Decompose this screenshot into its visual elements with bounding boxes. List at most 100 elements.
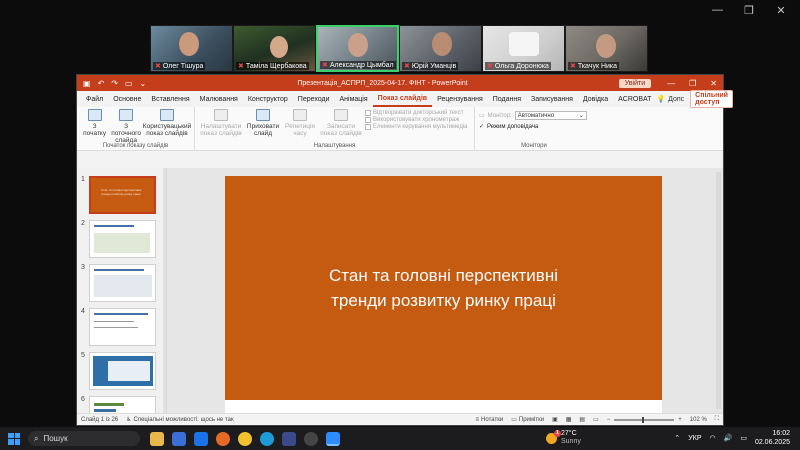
tab-design[interactable]: Конструктор bbox=[243, 93, 293, 106]
tab-home[interactable]: Основне bbox=[108, 93, 146, 106]
media-player-icon[interactable] bbox=[304, 431, 318, 446]
slideshow-view-icon[interactable]: ▭ bbox=[593, 416, 599, 423]
slide-thumbnail[interactable]: 5 bbox=[81, 352, 156, 390]
participant-tile[interactable]: ✖ Ткачук Ника bbox=[565, 25, 648, 72]
avatar bbox=[270, 36, 288, 58]
windows-start-icon[interactable] bbox=[8, 432, 20, 445]
share-button[interactable]: Спільний доступ bbox=[690, 90, 733, 108]
minimize-icon[interactable]: — bbox=[667, 79, 675, 88]
restore-icon[interactable]: ❐ bbox=[689, 79, 696, 88]
tab-insert[interactable]: Вставлення bbox=[146, 93, 194, 106]
participant-tile-active[interactable]: ✖ Александр Цымбал bbox=[316, 25, 399, 72]
normal-view-icon[interactable]: ▣ bbox=[552, 416, 558, 423]
participant-tile[interactable]: ✖ Ольга Доронюка bbox=[482, 25, 565, 72]
slide-thumbnails-pane: 1 Стан та головні перспективні тренди ро… bbox=[77, 168, 167, 413]
slide-number: 4 bbox=[81, 308, 85, 315]
slide-thumbnail[interactable]: 3 bbox=[81, 264, 156, 302]
save-icon[interactable]: ▣ bbox=[83, 79, 91, 88]
redo-icon[interactable]: ↷ bbox=[111, 79, 118, 88]
from-beginning-button[interactable]: З початку bbox=[81, 109, 108, 137]
slide-thumbnail[interactable]: 4 bbox=[81, 308, 156, 346]
slide-thumbnail[interactable]: 2 bbox=[81, 220, 156, 258]
battery-icon[interactable]: ▭ bbox=[740, 434, 747, 442]
record-show-button[interactable]: Записати показ слайдів bbox=[320, 109, 362, 137]
slide-thumbnail[interactable]: 6 bbox=[81, 396, 156, 413]
tab-help[interactable]: Довідка bbox=[578, 93, 613, 106]
taskbar-search[interactable]: ⌕ Пошук bbox=[28, 431, 140, 446]
comments-status-button[interactable]: ▭ Примітки bbox=[511, 416, 544, 424]
slide-scrollbar[interactable] bbox=[716, 172, 721, 409]
custom-show-icon bbox=[160, 109, 174, 121]
slide-thumbnail[interactable]: 1 Стан та головні перспективні тренди ро… bbox=[81, 176, 156, 214]
close-icon[interactable]: ✕ bbox=[776, 4, 786, 17]
outlook-icon[interactable] bbox=[194, 431, 208, 446]
minimize-icon[interactable]: — bbox=[712, 4, 723, 17]
tab-draw[interactable]: Малювання bbox=[195, 93, 243, 106]
custom-show-button[interactable]: Користувацький показ слайдів bbox=[143, 109, 191, 137]
monitor-icon: ▭ bbox=[479, 113, 485, 119]
edge-icon[interactable] bbox=[260, 431, 274, 446]
tab-view[interactable]: Подання bbox=[488, 93, 526, 106]
tab-acrobat[interactable]: ACROBAT bbox=[613, 93, 656, 106]
play-narrations-checkbox[interactable]: Відтворювати дикторський текст bbox=[365, 110, 468, 116]
slide-count: Слайд 1 із 26 bbox=[81, 416, 119, 423]
setup-show-button[interactable]: Налаштувати показ слайдів bbox=[199, 109, 243, 137]
zoom-level[interactable]: 102 % bbox=[690, 417, 707, 423]
current-slide[interactable]: Стан та головні перспективні тренди розв… bbox=[225, 176, 662, 400]
fit-slide-icon[interactable]: ⛶ bbox=[715, 416, 719, 423]
notification-badge: 1 bbox=[554, 429, 561, 437]
monitors-group: ▭ Монітор: Автоматично ⌄ ✓ Режим доповідача … bbox=[475, 107, 593, 150]
tab-animations[interactable]: Анімація bbox=[335, 93, 373, 106]
chrome-icon[interactable] bbox=[238, 431, 252, 446]
zoom-slider-thumb[interactable] bbox=[642, 416, 645, 423]
monitor-select[interactable]: Автоматично ⌄ bbox=[514, 111, 587, 120]
slide-canvas: Стан та головні перспективні тренди розв… bbox=[167, 168, 723, 414]
input-language[interactable]: УКР bbox=[688, 435, 701, 442]
volume-icon[interactable]: 🔊 bbox=[724, 434, 733, 442]
tab-review[interactable]: Рецензування bbox=[432, 93, 488, 106]
undo-icon[interactable]: ↶ bbox=[98, 79, 105, 88]
participant-tile[interactable]: ✖ Олег Тішура bbox=[150, 25, 233, 72]
rehearse-timings-button[interactable]: Репетиція часу bbox=[283, 109, 317, 137]
tab-slideshow[interactable]: Показ слайдів bbox=[372, 92, 433, 107]
comments-button[interactable]: 💡 Допс bbox=[656, 95, 684, 104]
accessibility-status[interactable]: ♿ Спеціальні можливості: щось не так bbox=[126, 416, 233, 424]
zoom-app-icon[interactable] bbox=[326, 431, 340, 446]
present-icon[interactable]: ▭ bbox=[125, 79, 133, 88]
hide-slide-button[interactable]: Приховати слайд bbox=[246, 109, 280, 137]
system-tray: ⌃ УКР ◠ 🔊 ▭ 16:02 02.06.2025 bbox=[674, 429, 790, 447]
weather-temp: 27°C bbox=[561, 430, 577, 437]
notes-button[interactable]: ≡ Нотатки bbox=[476, 417, 504, 423]
zoom-in-icon[interactable]: + bbox=[678, 417, 682, 423]
zoom-out-icon[interactable]: − bbox=[607, 417, 611, 423]
restore-icon[interactable]: ❐ bbox=[744, 4, 754, 17]
zoom-slider[interactable] bbox=[614, 416, 675, 423]
weather-widget[interactable]: 1 27°C Sunny bbox=[546, 429, 581, 446]
tab-transitions[interactable]: Переходи bbox=[293, 93, 335, 106]
participant-tile[interactable]: ✖ Тамiла Щербакова bbox=[233, 25, 316, 72]
close-icon[interactable]: ✕ bbox=[710, 79, 717, 88]
store-icon[interactable] bbox=[172, 431, 186, 446]
participant-tile[interactable]: ✖ Юрій Уманців bbox=[399, 25, 482, 72]
from-current-button[interactable]: З поточного слайда bbox=[111, 109, 141, 144]
clock[interactable]: 16:02 02.06.2025 bbox=[755, 429, 790, 447]
presenter-view-checkbox[interactable]: ✓ Режим доповідача bbox=[479, 123, 587, 131]
slide-title-line-2: тренди розвитку ринку праці bbox=[331, 291, 556, 310]
file-explorer-icon[interactable] bbox=[150, 431, 164, 446]
slideshow-icon bbox=[119, 109, 134, 121]
clock-time: 16:02 bbox=[772, 430, 790, 437]
settings-app-icon[interactable] bbox=[282, 431, 296, 446]
document-title: Презентація_АСПРП_2025-04-17. ФІНТ - Pow… bbox=[297, 79, 468, 87]
reading-view-icon[interactable]: ▤ bbox=[579, 416, 585, 423]
participant-name: Юрій Уманців bbox=[411, 62, 457, 70]
tab-recording[interactable]: Записування bbox=[526, 93, 578, 106]
sign-in-button[interactable]: Увійти bbox=[618, 78, 652, 88]
use-timings-checkbox[interactable]: Використовувати хронометраж bbox=[365, 117, 468, 123]
tab-file[interactable]: Файл bbox=[81, 93, 108, 106]
chevron-up-icon[interactable]: ⌃ bbox=[674, 434, 680, 442]
sorter-view-icon[interactable]: ▦ bbox=[566, 416, 572, 423]
media-controls-checkbox[interactable]: Елементи керування мультимедіа bbox=[365, 124, 468, 130]
chevron-down-icon[interactable]: ⌄ bbox=[140, 79, 147, 88]
firefox-icon[interactable] bbox=[216, 431, 230, 446]
wifi-icon[interactable]: ◠ bbox=[710, 434, 716, 442]
